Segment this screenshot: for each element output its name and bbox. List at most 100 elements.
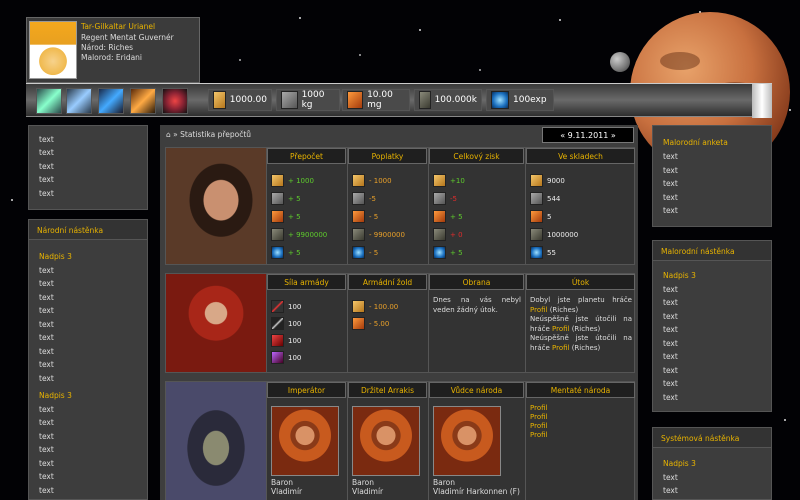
left-item[interactable]: text <box>39 306 54 315</box>
exp-icon <box>491 91 509 109</box>
mentat-profile-link[interactable]: Profil <box>530 413 547 421</box>
mentat-profile-link[interactable]: Profil <box>530 404 547 412</box>
left-item[interactable]: text <box>39 148 54 157</box>
column-header: Útok <box>526 274 635 290</box>
column-header: Armádní žold <box>348 274 427 290</box>
value: 1000000 <box>547 230 579 239</box>
column-drzitel: Držitel Arrakis Baron Vladimír <box>347 382 427 500</box>
imperator-name[interactable]: Baron Vladimír <box>271 478 302 496</box>
left-heading: Nadpis 3 <box>39 252 72 261</box>
left-item[interactable]: text <box>39 459 54 468</box>
right-item[interactable]: text <box>663 379 678 388</box>
right-item[interactable]: text <box>663 166 678 175</box>
blade-icon <box>271 317 284 330</box>
mentat-profile-link[interactable]: Profil <box>530 431 547 439</box>
right-item[interactable]: text <box>663 366 678 375</box>
menu-button-4[interactable] <box>130 88 156 114</box>
spice-icon <box>433 210 446 223</box>
avatar[interactable] <box>29 21 77 79</box>
sword-icon <box>271 300 284 313</box>
resource-value: 100.000k <box>434 95 477 105</box>
value: + 5 <box>288 212 301 221</box>
nation-leader-name[interactable]: Baron Vladimír Harkonnen (F) <box>433 478 520 496</box>
column-obrana: Obrana Dnes na vás nebyl veden žádný úto… <box>428 274 524 372</box>
right-item[interactable]: text <box>663 285 678 294</box>
resource-value: 1000.00 <box>229 95 267 105</box>
value: 100 <box>288 336 302 345</box>
right-item[interactable]: text <box>663 179 678 188</box>
left-item[interactable]: text <box>39 293 54 302</box>
value: + 5 <box>288 194 301 203</box>
spice-icon <box>271 210 284 223</box>
military-block: Síla armády 100 100 100 100 Armádní žold… <box>165 273 635 373</box>
right-item[interactable]: text <box>663 298 678 307</box>
left-item[interactable]: text <box>39 189 54 198</box>
date-selector[interactable]: « 9.11.2011 » <box>542 127 634 143</box>
mentat-profile-link[interactable]: Profil <box>530 422 547 430</box>
right-item[interactable]: text <box>663 152 678 161</box>
profile-link[interactable]: Profil <box>552 325 569 333</box>
resource-spice: 10.00 mg <box>342 89 410 111</box>
arrakis-holder-name[interactable]: Baron Vladimír <box>352 478 383 496</box>
right-item[interactable]: text <box>663 193 678 202</box>
right-heading: Nadpis 3 <box>663 271 696 280</box>
profile-link[interactable]: Profil <box>552 344 569 352</box>
resource-value: 10.00 mg <box>367 90 393 110</box>
menu-button-2[interactable] <box>66 88 92 114</box>
left-item[interactable]: text <box>39 347 54 356</box>
unit-icon <box>271 334 284 347</box>
right-box-race-board: Malorodní nástěnka Nadpis 3 text text te… <box>652 240 772 412</box>
left-item[interactable]: text <box>39 175 54 184</box>
profile-link[interactable]: Profil <box>530 306 547 314</box>
attack-log: Dobyl jste planetu hráče Profil (Riches)… <box>530 296 632 353</box>
menu-button-3[interactable] <box>98 88 124 114</box>
right-item[interactable]: text <box>663 339 678 348</box>
right-item[interactable]: text <box>663 206 678 215</box>
player-race: Malorod: Eridani <box>81 53 143 62</box>
left-box-top: text text text text text <box>28 125 148 210</box>
right-box-title: Malorodní anketa <box>663 138 728 147</box>
value: + 5 <box>288 248 301 257</box>
defense-text: Dnes na vás nebyl veden žádný útok. <box>433 296 521 314</box>
value: + 5 <box>450 248 463 257</box>
left-item[interactable]: text <box>39 374 54 383</box>
nation-leader-portrait[interactable] <box>433 406 501 476</box>
menu-button-5[interactable] <box>162 88 188 114</box>
resource-metal: 1000 kg <box>276 89 340 111</box>
left-item[interactable]: text <box>39 472 54 481</box>
right-item[interactable]: text <box>663 393 678 402</box>
imperator-portrait[interactable] <box>271 406 339 476</box>
value: - 1000 <box>369 176 392 185</box>
left-item[interactable]: text <box>39 266 54 275</box>
right-box-poll: Malorodní anketa text text text text tex… <box>652 125 772 227</box>
value: - 5 <box>369 248 379 257</box>
left-item[interactable]: text <box>39 432 54 441</box>
right-item[interactable]: text <box>663 473 678 482</box>
breadcrumb[interactable]: ⌂ » Statistika přepočtů <box>166 130 251 139</box>
spice-icon <box>352 210 365 223</box>
right-item[interactable]: text <box>663 312 678 321</box>
rock-icon <box>433 228 446 241</box>
left-item[interactable]: text <box>39 405 54 414</box>
left-item[interactable]: text <box>39 333 54 342</box>
right-item[interactable]: text <box>663 325 678 334</box>
left-item[interactable]: text <box>39 486 54 495</box>
exp-icon <box>271 246 284 259</box>
left-item[interactable]: text <box>39 418 54 427</box>
right-item[interactable]: text <box>663 486 678 495</box>
column-mentate: Mentaté národa Profil Profil Profil Prof… <box>525 382 635 500</box>
menu-button-1[interactable] <box>36 88 62 114</box>
right-item[interactable]: text <box>663 352 678 361</box>
left-item[interactable]: text <box>39 320 54 329</box>
left-item[interactable]: text <box>39 135 54 144</box>
left-item[interactable]: text <box>39 162 54 171</box>
left-item[interactable]: text <box>39 279 54 288</box>
top-toolbar: 1000.00 1000 kg 10.00 mg 100.000k 100exp <box>26 83 772 118</box>
gold-icon <box>213 91 226 109</box>
arrakis-holder-portrait[interactable] <box>352 406 420 476</box>
left-item[interactable]: text <box>39 445 54 454</box>
resource-gold: 1000.00 <box>208 89 272 111</box>
left-item[interactable]: text <box>39 360 54 369</box>
moon-image <box>610 52 630 72</box>
player-name[interactable]: Tar-Gilkaltar Urianel <box>81 22 155 31</box>
